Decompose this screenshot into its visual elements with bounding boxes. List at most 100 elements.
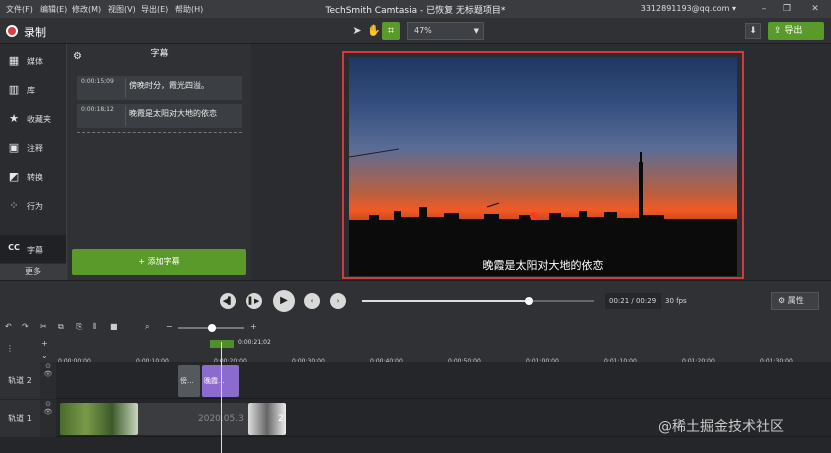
star-icon: ★: [9, 112, 19, 125]
add-caption-button[interactable]: + 添加字幕: [72, 249, 246, 275]
track-row: 轨道 2 ⊙ 👁 傍... 晚霞...: [0, 362, 831, 399]
scrub-bar[interactable]: [362, 297, 594, 305]
step-play-icon[interactable]: ▌▶: [246, 293, 262, 309]
camera-icon[interactable]: ■: [110, 322, 118, 331]
nav-label: 库: [27, 86, 35, 95]
playhead-line: [221, 342, 222, 453]
track-controls[interactable]: ⊙ 👁: [40, 362, 56, 399]
watermark: @稀土掘金技术社区: [658, 419, 784, 435]
export-label: 导出: [784, 26, 803, 36]
behavior-icon: ⁘: [9, 199, 19, 212]
close-icon[interactable]: ✕: [808, 2, 822, 16]
split-icon[interactable]: ⫴: [93, 322, 96, 332]
properties-button[interactable]: ⚙ 属性: [771, 292, 819, 310]
download-icon[interactable]: ⬇: [745, 23, 761, 39]
divider: [125, 106, 126, 126]
chevron-down-icon[interactable]: ⌄: [41, 351, 48, 360]
zoom-dropdown[interactable]: 47% ▼: [407, 22, 484, 40]
nav-item-favorites[interactable]: ★ 收藏夹: [0, 104, 66, 132]
add-track-icon[interactable]: +: [41, 339, 48, 348]
redo-icon[interactable]: ↷: [22, 322, 29, 331]
copy-icon[interactable]: ⧉: [58, 322, 64, 332]
zoom-icon[interactable]: ⌕: [145, 322, 149, 332]
nav-label: 媒体: [27, 57, 43, 66]
nav-item-library[interactable]: ▥ 库: [0, 75, 66, 103]
menu-bar: 文件(F) 编辑(E) 修改(M) 视图(V) 导出(E) 帮助(H) Tech…: [0, 0, 831, 18]
export-button[interactable]: ⇪ 导出: [768, 22, 824, 40]
caption-clip[interactable]: 傍...: [178, 365, 200, 397]
caption-text: 傍晚时分，霞光四溢。: [129, 81, 209, 90]
zoom-value: 47%: [414, 26, 432, 35]
gear-icon: ⚙: [778, 296, 788, 305]
city-skyline: [349, 148, 737, 276]
cc-icon: CC: [8, 243, 20, 252]
next-icon[interactable]: ›: [330, 293, 346, 309]
media-clip[interactable]: 2: [248, 403, 286, 435]
zoom-in-icon[interactable]: +: [250, 322, 257, 331]
previous-frame-icon[interactable]: ◀▌: [220, 293, 236, 309]
account-menu[interactable]: 3312891193@qq.com ▾: [641, 4, 736, 13]
pointer-tool-icon[interactable]: ➤: [348, 22, 366, 40]
properties-label: 属性: [787, 296, 804, 305]
library-icon: ▥: [8, 83, 20, 96]
time-display: 00:21 / 00:29: [605, 293, 661, 309]
nav-item-behaviors[interactable]: ⁘ 行为: [0, 191, 66, 219]
crop-tool-icon[interactable]: ⌗: [382, 22, 400, 40]
nav-label: 注释: [27, 144, 43, 153]
previous-icon[interactable]: ‹: [304, 293, 320, 309]
pan-tool-icon[interactable]: ✋: [365, 22, 383, 40]
camtasia-window: 文件(F) 编辑(E) 修改(M) 视图(V) 导出(E) 帮助(H) Tech…: [0, 0, 831, 453]
media-clip[interactable]: [60, 403, 138, 435]
minimize-icon[interactable]: –: [757, 2, 771, 16]
nav-item-media[interactable]: ▦ 媒体: [0, 46, 66, 74]
more-button[interactable]: 更多: [0, 264, 66, 280]
divider: [125, 78, 126, 98]
video-frame-highlight: 晚霞是太阳对大地的依恋: [342, 51, 744, 279]
nav-label: 字幕: [27, 246, 43, 255]
play-button[interactable]: ▶: [273, 290, 295, 312]
zoom-out-icon[interactable]: −: [166, 322, 173, 331]
undo-icon[interactable]: ↶: [5, 322, 12, 331]
caption-item[interactable]: 0:00:15;09 傍晚时分，霞光四溢。: [77, 76, 242, 100]
caption-time: 0:00:18;12: [81, 106, 114, 113]
track-height-icon[interactable]: ⋮: [6, 344, 14, 353]
paste-icon[interactable]: ⎘: [76, 322, 82, 332]
timeline-tracks: 轨道 2 ⊙👁 傍... 晚霞... 轨道 1 ⊙👁 2020.05.3 2: [0, 342, 831, 453]
main-toolbar: 录制 ➤ ✋ ⌗ 47% ▼ ⬇ ⇪ 导出: [0, 18, 831, 44]
sun: [530, 212, 538, 220]
timeline-toolbar: ↶ ↷ ✂ ⧉ ⎘ ⫴ ■ ⌕ − +: [0, 320, 831, 336]
cut-icon[interactable]: ✂: [40, 322, 47, 331]
gear-icon[interactable]: ⚙: [73, 47, 82, 67]
share-icon: ⇪: [774, 26, 785, 36]
annotation-icon: ▣: [8, 141, 20, 154]
caption-time: 0:00:15;09: [81, 78, 114, 85]
caption-text: 晚霞是太阳对大地的依恋: [129, 109, 217, 118]
track-label[interactable]: 轨道 2: [0, 362, 40, 399]
restore-icon[interactable]: ❐: [780, 2, 794, 16]
record-label: 录制: [24, 26, 46, 39]
zoom-slider-handle[interactable]: [208, 324, 216, 332]
media-icon: ▦: [8, 54, 20, 67]
nav-item-annotations[interactable]: ▣ 注释: [0, 133, 66, 161]
playhead-time: 0:00:21;02: [238, 339, 271, 346]
caption-end-divider: [77, 132, 242, 133]
left-nav: ▦ 媒体 ▥ 库 ★ 收藏夹 ▣ 注释 ◩ 转换 ⁘ 行为 CC 字幕 更多: [0, 44, 66, 280]
nav-label: 收藏夹: [27, 115, 51, 124]
timeline-ruler: + ⌄ ⋮ 0:00:21;02 0:00:00;00 0:00:10;00 0…: [0, 336, 831, 365]
record-icon: [6, 25, 18, 37]
transition-icon: ◩: [8, 170, 20, 183]
fps-label: 30 fps: [665, 297, 687, 305]
nav-label: 转换: [27, 173, 43, 182]
caption-overlay: 晚霞是太阳对大地的依恋: [482, 259, 604, 272]
track-controls[interactable]: ⊙ 👁: [40, 400, 56, 437]
playhead-handle[interactable]: [210, 340, 234, 348]
chevron-down-icon: ▼: [473, 27, 479, 35]
captions-panel: ⚙ 字幕 0:00:15;09 傍晚时分，霞光四溢。 0:00:18;12 晚霞…: [66, 44, 251, 280]
scrub-handle[interactable]: [525, 297, 534, 305]
caption-item[interactable]: 0:00:18;12 晚霞是太阳对大地的依恋: [77, 104, 242, 128]
track-label[interactable]: 轨道 1: [0, 400, 40, 437]
media-clip[interactable]: 2020.05.3: [138, 403, 248, 435]
nav-item-captions[interactable]: CC 字幕: [0, 235, 66, 263]
nav-item-transitions[interactable]: ◩ 转换: [0, 162, 66, 190]
player-controls: ◀▌ ▌▶ ▶ ‹ › 00:21 / 00:29 30 fps ⚙ 属性: [0, 280, 831, 320]
